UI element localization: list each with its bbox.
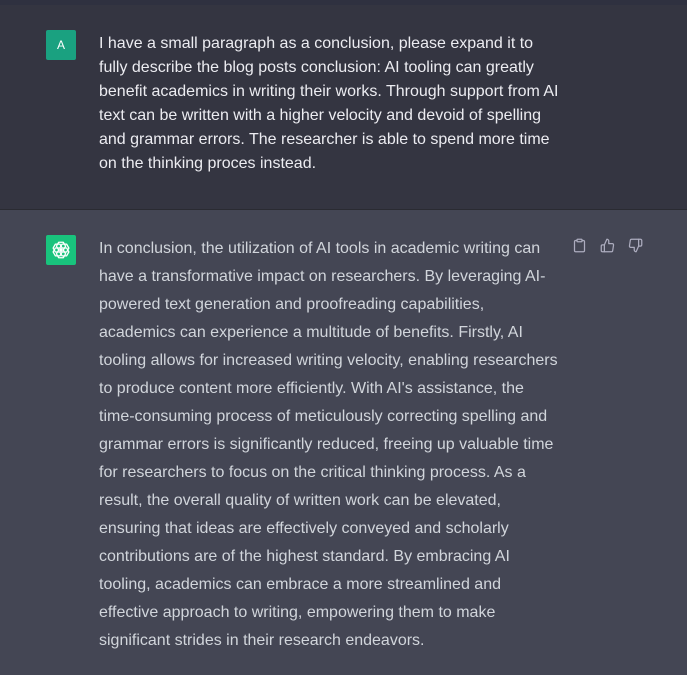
- thumbs-down-icon: [628, 238, 642, 252]
- openai-logo-icon: [52, 241, 70, 259]
- copy-button[interactable]: [571, 237, 587, 253]
- copy-icon: [573, 238, 585, 252]
- assistant-message-text: In conclusion, the utilization of AI too…: [99, 240, 558, 649]
- assistant-avatar: [46, 235, 76, 265]
- thumbs-up-button[interactable]: [599, 237, 615, 253]
- thumbs-down-button[interactable]: [627, 237, 643, 253]
- message-actions: [571, 237, 643, 253]
- assistant-message: In conclusion, the utilization of AI too…: [0, 210, 687, 675]
- user-avatar: A: [46, 30, 76, 60]
- user-message-text: I have a small paragraph as a conclusion…: [99, 35, 559, 172]
- thumbs-up-icon: [600, 238, 614, 252]
- user-message: A I have a small paragraph as a conclusi…: [0, 5, 687, 210]
